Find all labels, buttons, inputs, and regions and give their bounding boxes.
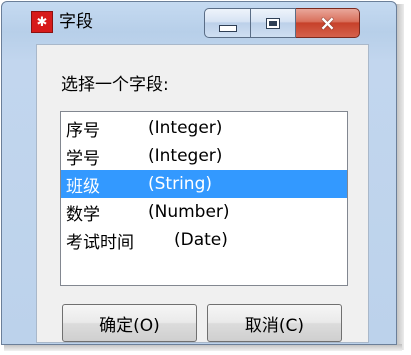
minimize-button[interactable] [204,8,251,38]
caption-buttons: × [204,8,360,38]
app-logo-icon: ✱ [31,11,53,33]
close-button[interactable]: × [296,8,360,38]
list-item[interactable]: 学号 (Integer) [61,142,347,170]
field-type: (Integer) [148,146,223,166]
field-name: 序号 [66,120,100,141]
screenshot-stage: ✱ 字段 × 选择一个字段: 序号 (Integer) 学号 (Integer)… [0,0,411,355]
field-type: (Date) [174,230,228,250]
field-type: (String) [148,174,212,194]
maximize-button[interactable] [251,8,296,38]
title-bar[interactable]: ✱ 字段 × [2,2,396,42]
dialog-window: ✱ 字段 × 选择一个字段: 序号 (Integer) 学号 (Integer)… [1,1,397,345]
list-item-selected[interactable]: 班级 (String) [61,170,347,198]
list-item[interactable]: 序号 (Integer) [61,114,347,142]
field-name: 考试时间 [66,232,134,253]
cancel-button[interactable]: 取消(C) [207,304,342,342]
list-item[interactable]: 考试时间 (Date) [61,226,347,254]
field-name: 学号 [66,148,100,169]
field-listbox[interactable]: 序号 (Integer) 学号 (Integer) 班级 (String) 数学… [60,111,348,286]
field-type: (Number) [148,202,230,222]
window-title: 字段 [59,12,93,32]
window-shadow-bottom [4,344,402,351]
field-name: 数学 [66,204,100,225]
dialog-body: 选择一个字段: 序号 (Integer) 学号 (Integer) 班级 (St… [36,44,369,343]
ok-button[interactable]: 确定(O) [62,304,197,342]
field-name: 班级 [66,176,100,197]
window-shadow-right [396,4,404,350]
field-type: (Integer) [148,118,223,138]
minimize-icon [218,24,237,32]
field-prompt-label: 选择一个字段: [61,75,169,95]
close-icon: × [319,11,336,35]
maximize-icon [266,17,280,29]
list-item[interactable]: 数学 (Number) [61,198,347,226]
